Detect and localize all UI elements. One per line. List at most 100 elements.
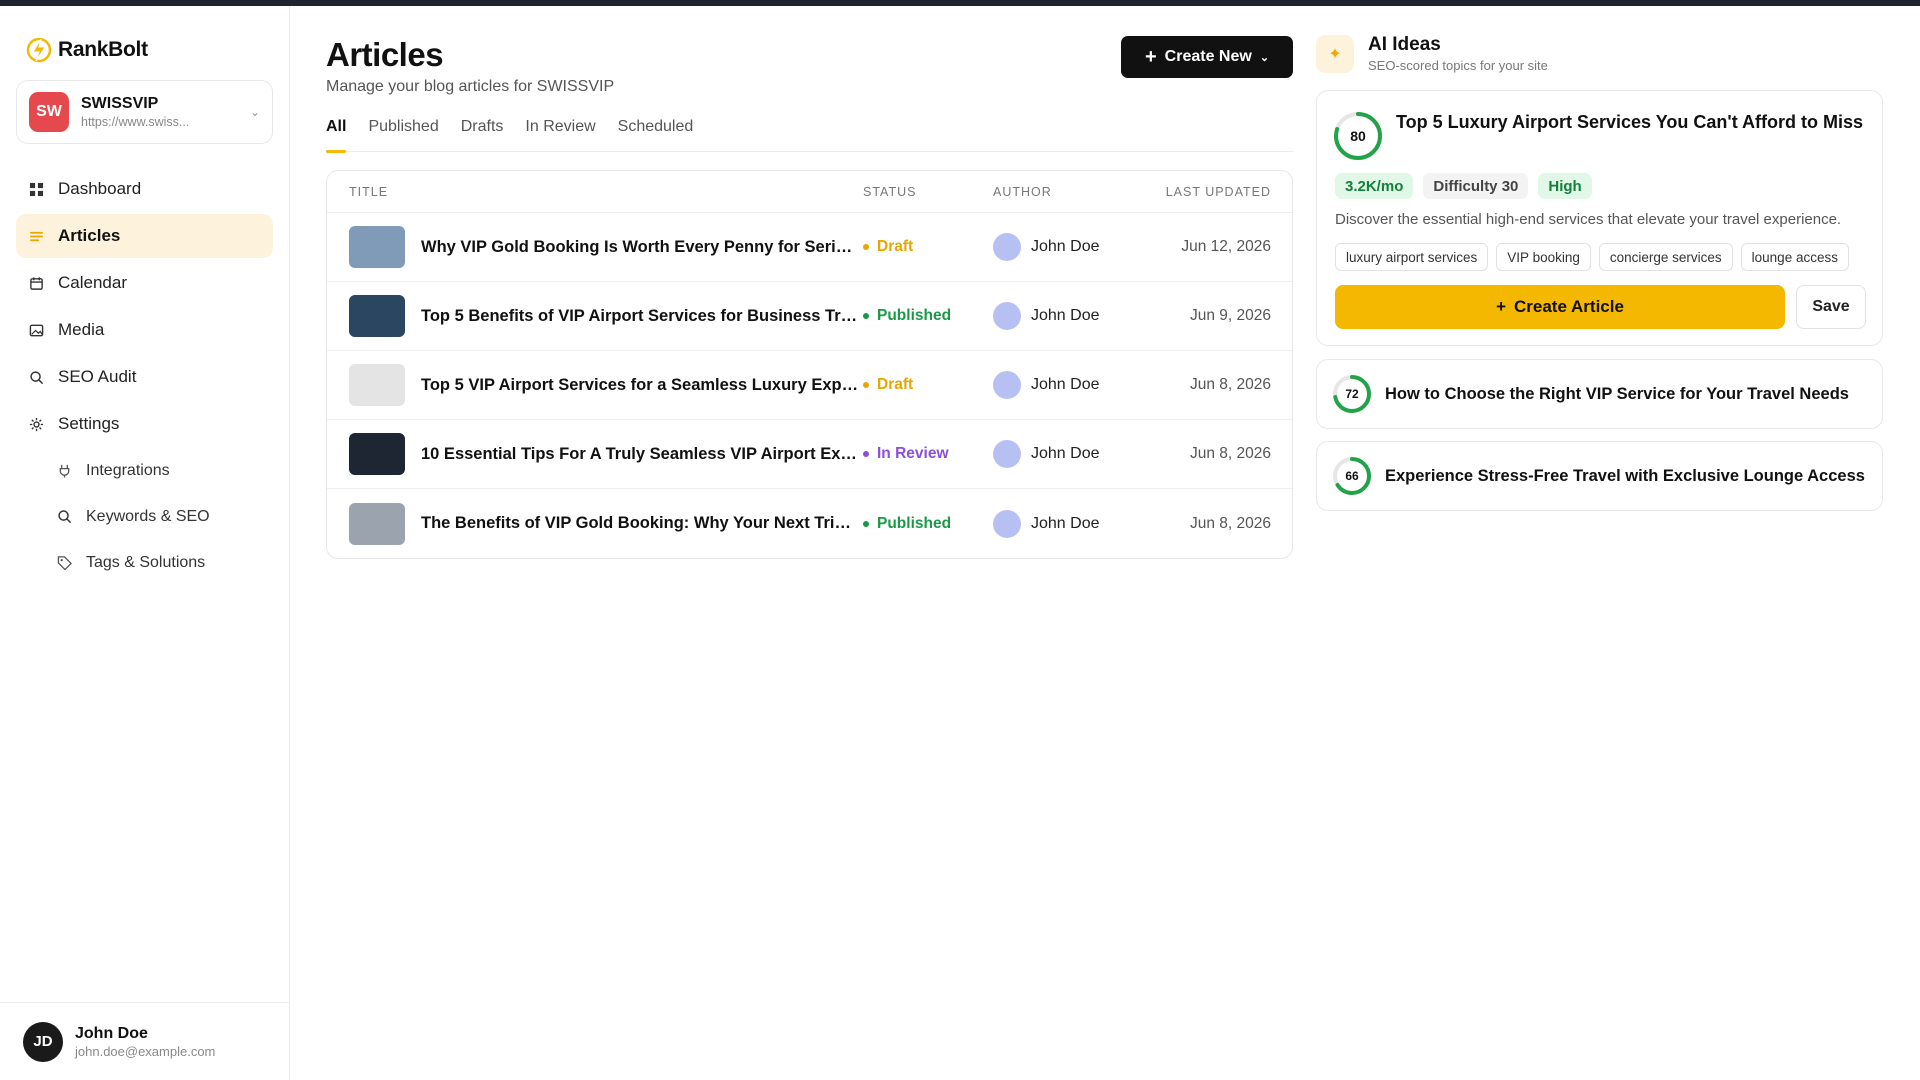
site-url: https://www.swiss...: [81, 115, 190, 129]
sidebar-item-label: Dashboard: [58, 179, 142, 198]
keyword-tag[interactable]: lounge access: [1740, 243, 1849, 271]
keyword-tag[interactable]: VIP booking: [1496, 243, 1591, 271]
tab-all[interactable]: All: [326, 114, 347, 153]
sidebar-item-label: Media: [58, 320, 105, 339]
article-title[interactable]: 10 Essential Tips For A Truly Seamless V…: [421, 445, 861, 464]
search-icon: [56, 509, 72, 525]
col-status[interactable]: STATUS: [861, 185, 981, 199]
tab-in-review[interactable]: In Review: [525, 114, 595, 152]
status-badge: Draft: [877, 238, 914, 255]
sidebar-item-dashboard[interactable]: Dashboard: [16, 167, 273, 211]
settings-subnav: Integrations Keywords & SEO Tags & Solutio…: [16, 449, 273, 584]
sidebar-item-label: Articles: [58, 226, 121, 245]
page-title: Articles: [326, 36, 444, 73]
tab-drafts[interactable]: Drafts: [461, 114, 504, 152]
last-updated: Jun 8, 2026: [1189, 514, 1271, 532]
status-dot: [863, 313, 869, 319]
seo-score: 80: [1333, 111, 1383, 161]
save-button[interactable]: Save: [1796, 285, 1866, 329]
sidebar-item-label: Integrations: [86, 461, 170, 479]
article-title[interactable]: Why VIP Gold Booking Is Worth Every Penn…: [421, 238, 861, 257]
sidebar-item-integrations[interactable]: Integrations: [44, 449, 273, 492]
article-title[interactable]: Top 5 VIP Airport Services for a Seamles…: [421, 376, 861, 395]
table-row[interactable]: Top 5 VIP Airport Services for a Seamles…: [327, 351, 1292, 420]
tag-icon: [56, 555, 72, 571]
sidebar: RankBolt SW SWISSVIP https://www.swiss..…: [0, 6, 290, 1080]
table-row[interactable]: Top 5 Benefits of VIP Airport Services f…: [327, 282, 1292, 351]
idea-card[interactable]: 66 Experience Stress-Free Travel with Ex…: [1316, 441, 1883, 511]
chevron-down-icon: ⌄: [249, 105, 260, 119]
table-row[interactable]: Why VIP Gold Booking Is Worth Every Penn…: [327, 213, 1292, 282]
calendar-icon: [28, 275, 44, 291]
ai-ideas-title: AI Ideas: [1368, 34, 1441, 55]
status-badge: Draft: [877, 376, 914, 393]
keyword-tags: luxury airport services VIP booking concie…: [1335, 243, 1849, 271]
avatar: [993, 509, 1021, 538]
chevron-down-icon: ⌄: [1259, 51, 1270, 64]
col-last-updated[interactable]: LAST UPDATED: [1161, 185, 1292, 199]
avatar: [993, 440, 1021, 468]
tab-scheduled[interactable]: Scheduled: [618, 114, 694, 152]
create-article-button[interactable]: + Create Article: [1335, 285, 1785, 329]
keyword-tag[interactable]: luxury airport services: [1335, 243, 1489, 271]
sparkle-icon: ✦: [1316, 34, 1354, 73]
article-title[interactable]: The Benefits of VIP Gold Booking: Why Yo…: [421, 514, 861, 533]
idea-card[interactable]: 72 How to Choose the Right VIP Service f…: [1316, 359, 1883, 429]
status-dot: [863, 520, 869, 527]
site-badge: SW: [29, 92, 69, 132]
bolt-icon: [26, 37, 52, 63]
featured-idea-card[interactable]: 80 Top 5 Luxury Airport Services You Can…: [1316, 90, 1883, 346]
article-thumbnail: [349, 433, 405, 475]
avatar: JD: [23, 1021, 63, 1062]
article-thumbnail: [349, 226, 405, 268]
sidebar-item-label: Settings: [58, 414, 120, 433]
brand-logo[interactable]: RankBolt: [26, 36, 148, 64]
article-title[interactable]: Top 5 Benefits of VIP Airport Services f…: [421, 307, 861, 326]
site-switcher[interactable]: SW SWISSVIP https://www.swiss... ⌄: [16, 80, 273, 144]
sidebar-item-tags-solutions[interactable]: Tags & Solutions: [44, 541, 273, 584]
author-name: John Doe: [1031, 514, 1100, 532]
create-new-button[interactable]: + Create New ⌄: [1121, 36, 1293, 78]
status-dot: [863, 244, 869, 250]
grid-icon: [28, 181, 44, 197]
sidebar-item-calendar[interactable]: Calendar: [16, 261, 273, 305]
score-value: 80: [1350, 128, 1366, 144]
status-tabs: All Published Drafts In Review Scheduled: [326, 114, 1293, 153]
idea-title: Top 5 Luxury Airport Services You Can't …: [1396, 112, 1864, 132]
table-row[interactable]: The Benefits of VIP Gold Booking: Why Yo…: [327, 489, 1292, 558]
article-thumbnail: [349, 502, 405, 545]
tab-published[interactable]: Published: [368, 114, 438, 152]
image-icon: [28, 322, 44, 338]
keyword-tag[interactable]: concierge services: [1598, 243, 1733, 271]
last-updated: Jun 12, 2026: [1181, 238, 1271, 255]
ai-ideas-subtitle: SEO-scored topics for your site: [1368, 58, 1548, 73]
col-title[interactable]: TITLE: [327, 185, 861, 199]
avatar: [993, 371, 1021, 399]
status-dot: [863, 382, 869, 388]
idea-title: Experience Stress-Free Travel with Exclu…: [1385, 466, 1865, 485]
sidebar-item-keywords-seo[interactable]: Keywords & SEO: [44, 495, 273, 538]
sidebar-item-media[interactable]: Media: [16, 308, 273, 352]
sidebar-item-label: Keywords & SEO: [86, 507, 210, 525]
priority-badge: High: [1538, 173, 1592, 199]
author-name: John Doe: [1031, 445, 1100, 462]
sidebar-item-settings[interactable]: Settings: [16, 402, 273, 446]
gear-icon: [28, 416, 44, 432]
search-icon: [28, 369, 44, 385]
sidebar-item-seo-audit[interactable]: SEO Audit: [16, 355, 273, 399]
col-author[interactable]: AUTHOR: [981, 185, 1161, 199]
site-name: SWISSVIP: [81, 95, 159, 112]
user-profile[interactable]: JD John Doe john.doe@example.com: [0, 1002, 290, 1080]
sidebar-item-label: SEO Audit: [58, 367, 137, 386]
sidebar-item-articles[interactable]: Articles: [16, 214, 273, 258]
status-badge: In Review: [877, 445, 949, 462]
plus-icon: +: [1144, 46, 1157, 68]
page-subtitle: Manage your blog articles for SWISSVIP: [326, 78, 615, 95]
user-name: John Doe: [75, 1024, 148, 1042]
article-thumbnail: [349, 364, 405, 406]
status-dot: [863, 451, 869, 457]
table-row[interactable]: 10 Essential Tips For A Truly Seamless V…: [327, 420, 1292, 489]
ai-ideas-header: ✦ AI Ideas SEO-scored topics for your si…: [1316, 34, 1548, 73]
status-badge: Published: [877, 307, 952, 324]
articles-table: TITLE STATUS AUTHOR LAST UPDATED Why VIP…: [326, 170, 1293, 559]
